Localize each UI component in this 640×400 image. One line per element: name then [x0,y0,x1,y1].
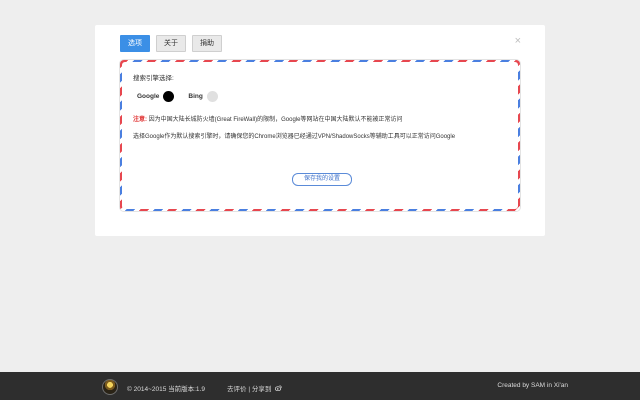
radio-unselected-icon[interactable] [206,91,218,102]
share-link[interactable]: 分享到 [252,386,272,393]
copyright-text: © 2014~2015 当前版本:1.9 [127,386,205,393]
note-text: 因为中国大陆长城防火墙(Great FireWall)的限制，Google等网站… [148,117,403,123]
engine-option-google[interactable]: Google [137,91,175,102]
link-separator: | [248,386,251,393]
footer: © 2014~2015 当前版本:1.9 去评价 | 分享到 Created b… [0,372,640,400]
search-engine-label: 搜索引擎选择: [133,75,174,82]
avatar [102,379,118,395]
engine-option-bing[interactable]: Bing [188,91,218,102]
tab-options[interactable]: 选项 [120,35,150,52]
review-link[interactable]: 去评价 [227,386,247,393]
engine-radio-group: Google Bing [137,91,232,102]
tab-about[interactable]: 关于 [156,35,186,52]
radio-selected-icon[interactable] [163,91,175,102]
options-content: 搜索引擎选择: Google Bing 注意: 因为中国大陆长城防火墙(Grea… [122,62,518,209]
footer-links: 去评价 | 分享到 [227,383,282,393]
tab-donate[interactable]: 捐助 [192,35,222,52]
engine-name-google: Google [137,93,160,100]
close-icon[interactable]: × [515,35,521,47]
note-label: 注意: [133,117,147,123]
credit-text: Created by SAM in Xi'an [497,382,568,389]
engine-name-bing: Bing [188,93,203,100]
airmail-border: 搜索引擎选择: Google Bing 注意: 因为中国大陆长城防火墙(Grea… [120,60,520,211]
gfw-note: 注意: 因为中国大陆长城防火墙(Great FireWall)的限制，Googl… [133,114,402,123]
save-settings-button[interactable]: 保存我的设置 [292,173,352,186]
tab-bar: 选项 关于 捐助 [120,35,222,52]
options-panel: 选项 关于 捐助 × 搜索引擎选择: Google Bing 注意: 因为中国大… [95,25,545,236]
google-tip: 选择Google作为默认搜索引擎时，请确保您的Chrome浏览器已经通过VPN/… [133,134,456,140]
weibo-icon[interactable] [274,385,282,393]
